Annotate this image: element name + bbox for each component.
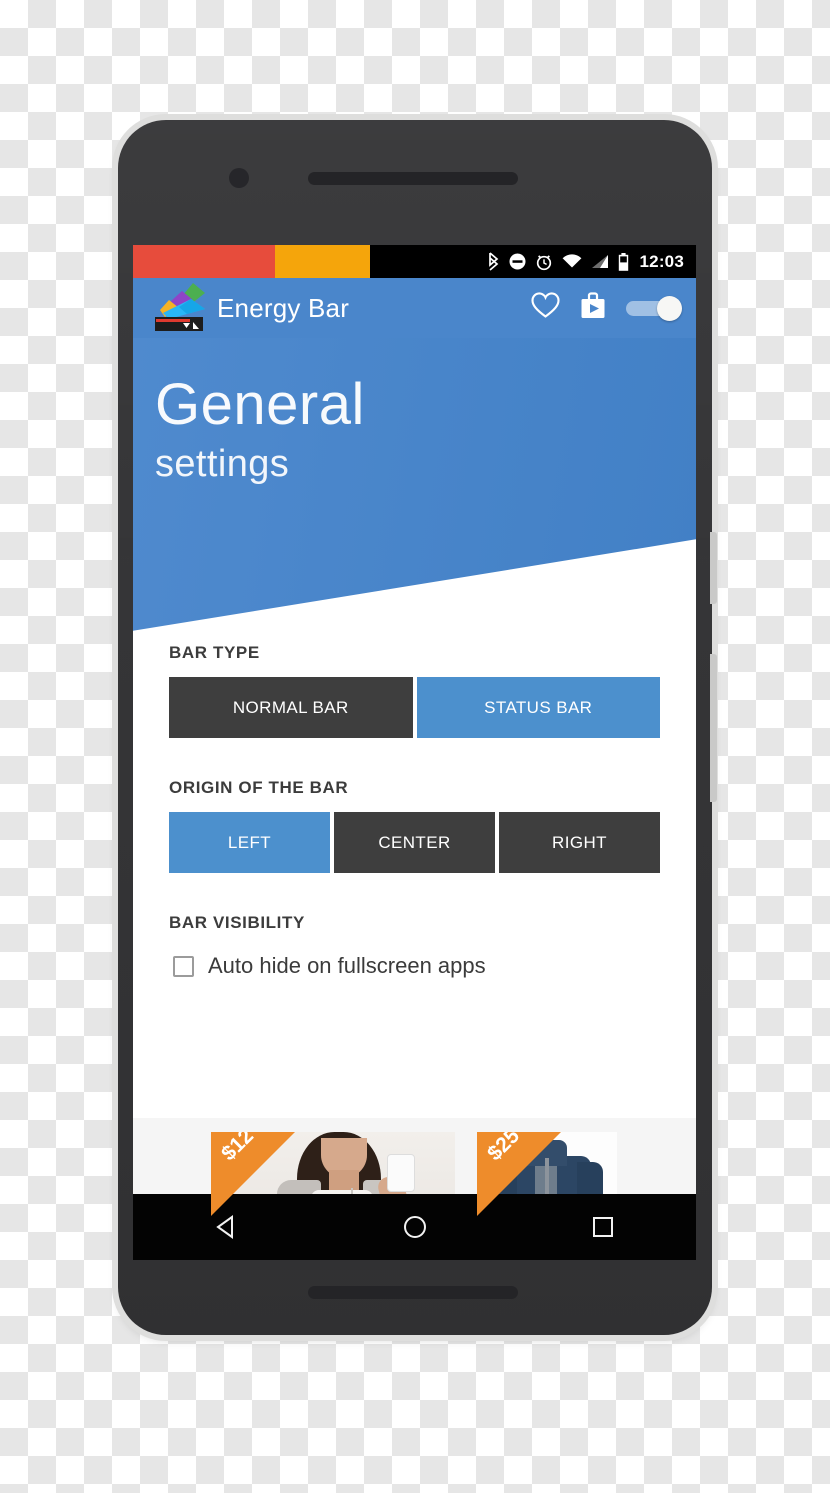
energy-bar-logo — [155, 283, 209, 333]
section-title-visibility: BAR VISIBILITY — [169, 913, 305, 932]
status-bar-clock: 12:03 — [639, 251, 684, 271]
origin-option-right[interactable]: RIGHT — [499, 812, 660, 873]
section-origin: ORIGIN OF THE BAR LEFT CENTER RIGHT — [169, 778, 660, 873]
ad-price-text-2: $25 — [483, 1132, 525, 1166]
smartphone-device: 12:03 Energy Bar General settings BAR TY… — [118, 120, 717, 1335]
android-status-bar: 12:03 — [133, 245, 696, 278]
section-title-bar-type: BAR TYPE — [169, 643, 260, 662]
energy-bar-overlay — [133, 245, 370, 278]
volume-button[interactable] — [710, 654, 717, 802]
cellular-signal-icon — [591, 254, 609, 269]
battery-icon — [618, 252, 629, 271]
settings-content: BAR TYPE NORMAL BAR STATUS BAR ORIGIN OF… — [133, 643, 696, 979]
wifi-icon — [562, 254, 582, 269]
alarm-icon — [535, 253, 553, 271]
ad-art-phone — [387, 1154, 415, 1192]
ad-price-text-1: $12 — [217, 1132, 259, 1166]
bottom-speaker — [308, 1286, 518, 1299]
play-store-icon[interactable] — [580, 292, 606, 324]
power-button[interactable] — [710, 532, 717, 604]
energy-bar-red-segment — [133, 245, 275, 278]
auto-hide-row[interactable]: Auto hide on fullscreen apps — [169, 953, 660, 979]
phone-screen: 12:03 Energy Bar General settings BAR TY… — [133, 245, 696, 1240]
bar-type-option-status[interactable]: STATUS BAR — [416, 677, 660, 738]
favorite-heart-icon[interactable] — [531, 292, 560, 324]
earpiece-speaker — [308, 172, 518, 185]
energy-bar-orange-segment — [275, 245, 370, 278]
section-bar-type: BAR TYPE NORMAL BAR STATUS BAR — [169, 643, 660, 738]
app-bar-actions — [531, 292, 682, 324]
nav-back-button[interactable] — [214, 1214, 240, 1240]
page-title: General — [155, 372, 365, 437]
bar-type-segmented-control: NORMAL BAR STATUS BAR — [169, 677, 660, 738]
bar-type-option-normal[interactable]: NORMAL BAR — [169, 677, 413, 738]
page-hero: General settings — [133, 338, 696, 643]
nav-recents-button[interactable] — [591, 1215, 615, 1239]
page-subtitle: settings — [155, 443, 290, 485]
app-title: Energy Bar — [217, 292, 350, 323]
section-visibility: BAR VISIBILITY Auto hide on fullscreen a… — [169, 913, 660, 979]
app-bar: Energy Bar — [133, 278, 696, 338]
master-enable-toggle[interactable] — [626, 296, 682, 321]
origin-segmented-control: LEFT CENTER RIGHT — [169, 812, 660, 873]
nav-home-button[interactable] — [402, 1214, 428, 1240]
status-bar-icons: 12:03 — [487, 245, 684, 278]
bluetooth-icon — [487, 252, 500, 271]
auto-hide-checkbox[interactable] — [173, 955, 194, 977]
do-not-disturb-icon — [509, 253, 526, 270]
front-camera — [229, 168, 249, 188]
origin-option-center[interactable]: CENTER — [334, 812, 495, 873]
toggle-knob — [657, 296, 682, 321]
origin-option-left[interactable]: LEFT — [169, 812, 330, 873]
section-title-origin: ORIGIN OF THE BAR — [169, 778, 349, 797]
auto-hide-label: Auto hide on fullscreen apps — [208, 953, 486, 978]
